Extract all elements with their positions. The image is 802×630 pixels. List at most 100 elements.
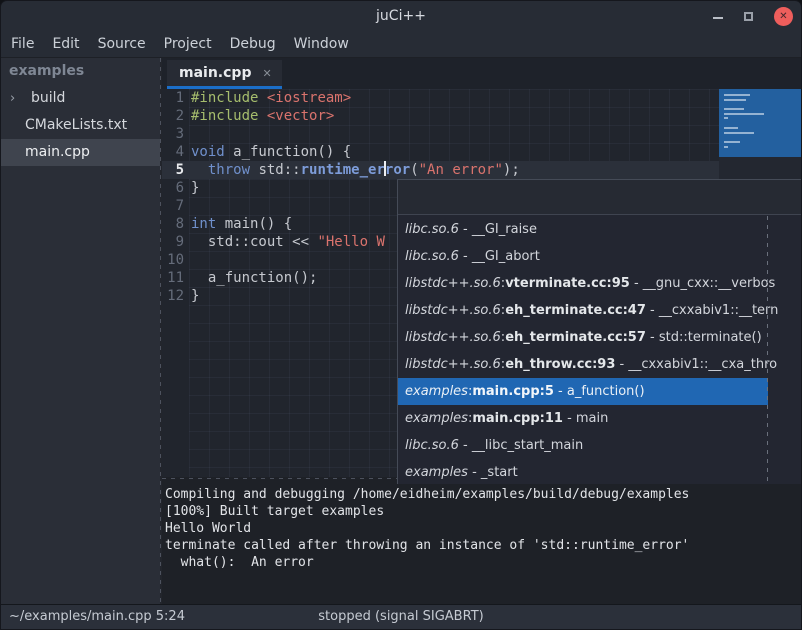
line-code: }	[184, 179, 199, 197]
code-token: "Hello W	[317, 234, 384, 250]
code-token: a_function() {	[225, 144, 351, 160]
terminal-output[interactable]: Compiling and debugging /home/eidheim/ex…	[162, 482, 801, 604]
backtrace-item-part: vterminate.cc:95	[505, 276, 630, 291]
editor-line[interactable]: 1#include <iostream>	[162, 89, 721, 107]
app-window: juCi++ ✕ FileEditSourceProjectDebugWindo…	[0, 0, 802, 630]
backtrace-item-part: eh_throw.cc:93	[505, 357, 615, 372]
editor-line[interactable]: 5 throw std::runtime_error("An error");	[162, 161, 721, 179]
minimap-code-line	[724, 127, 738, 129]
backtrace-item-part: libstdc++.so.6	[405, 330, 501, 345]
menu-project[interactable]: Project	[155, 31, 221, 57]
tree-item-main-cpp[interactable]: main.cpp	[1, 139, 160, 166]
backtrace-item[interactable]: libstdc++.so.6:eh_throw.cc:93 - __cxxabi…	[398, 351, 802, 378]
menu-window[interactable]: Window	[285, 31, 358, 57]
minimap-code-line	[724, 141, 740, 143]
line-number[interactable]: 1	[162, 89, 184, 107]
close-icon[interactable]: ✕	[774, 7, 793, 26]
minimap-code-line	[724, 108, 744, 110]
line-number[interactable]: 4	[162, 143, 184, 161]
titlebar[interactable]: juCi++ ✕	[1, 1, 801, 31]
line-number[interactable]: 10	[162, 251, 184, 269]
window-title: juCi++	[1, 1, 801, 31]
backtrace-item[interactable]: examples:main.cpp:11 - main	[398, 405, 802, 432]
backtrace-item[interactable]: libstdc++.so.6:eh_terminate.cc:57 - std:…	[398, 324, 802, 351]
code-token: a_function();	[191, 270, 317, 286]
backtrace-item[interactable]: libc.so.6 - __GI_raise	[398, 216, 802, 243]
tree-item-label: build	[31, 85, 65, 112]
tab-close-icon[interactable]: ✕	[262, 67, 271, 80]
restore-icon[interactable]	[744, 12, 753, 21]
minimize-icon[interactable]	[713, 17, 723, 19]
code-token: }	[191, 180, 199, 196]
line-code	[184, 251, 191, 269]
line-number[interactable]: 3	[162, 125, 184, 143]
editor-line[interactable]: 3	[162, 125, 721, 143]
code-token: main() {	[216, 216, 292, 232]
backtrace-item[interactable]: libc.so.6 - __libc_start_main	[398, 432, 802, 459]
backtrace-item[interactable]: examples - _start	[398, 459, 802, 484]
backtrace-item-part: main.cpp:5	[472, 384, 554, 399]
line-number[interactable]: 7	[162, 197, 184, 215]
backtrace-item[interactable]: examples:main.cpp:5 - a_function()	[398, 378, 768, 405]
tree-item-cmakelists-txt[interactable]: CMakeLists.txt	[1, 112, 160, 139]
line-number[interactable]: 2	[162, 107, 184, 125]
editor-line[interactable]: 4void a_function() {	[162, 143, 721, 161]
code-token: "An error"	[419, 162, 503, 178]
minimap-code-line	[724, 94, 750, 96]
menubar: FileEditSourceProjectDebugWindow	[1, 31, 801, 58]
line-code: a_function();	[184, 269, 317, 287]
code-token: (	[410, 162, 418, 178]
backtrace-item-part: - main	[563, 411, 608, 426]
code-token: int	[191, 216, 216, 232]
line-number[interactable]: 6	[162, 179, 184, 197]
line-number[interactable]: 12	[162, 287, 184, 305]
backtrace-item[interactable]: libc.so.6 - __GI_abort	[398, 243, 802, 270]
line-code: #include <vector>	[184, 107, 334, 125]
minimap-viewport[interactable]	[719, 89, 801, 157]
code-token: #include	[191, 108, 258, 124]
line-number[interactable]: 8	[162, 215, 184, 233]
chevron-right-icon[interactable]: ›	[10, 85, 24, 112]
file-tree: › buildCMakeLists.txtmain.cpp	[1, 85, 160, 166]
line-code	[184, 125, 191, 143]
backtrace-item-part: libc.so.6	[405, 438, 459, 453]
status-debug-state: stopped (signal SIGABRT)	[1, 605, 801, 629]
backtrace-item-part: examples	[405, 384, 468, 399]
backtrace-item-part: - __cxxabiv1::__tern	[646, 303, 779, 318]
backtrace-item-part: libc.so.6	[405, 249, 459, 264]
backtrace-item-part: libc.so.6	[405, 222, 459, 237]
minimap-code-line	[724, 146, 728, 148]
line-code: void a_function() {	[184, 143, 351, 161]
line-number[interactable]: 11	[162, 269, 184, 287]
file-tree-panel: examples ›buildCMakeLists.txtmain.cpp	[1, 58, 160, 604]
code-token: runtime_er	[301, 162, 385, 178]
menu-edit[interactable]: Edit	[43, 31, 88, 57]
backtrace-item-part: examples	[405, 411, 468, 426]
minimap-code-line	[724, 132, 754, 134]
backtrace-item-part: - _start	[468, 465, 518, 480]
editor-line[interactable]: 2#include <vector>	[162, 107, 721, 125]
minimap-code-line	[724, 117, 728, 119]
menu-file[interactable]: File	[2, 31, 43, 57]
menu-source[interactable]: Source	[89, 31, 155, 57]
tab-main-cpp[interactable]: main.cpp ✕	[167, 60, 282, 89]
line-number[interactable]: 5	[162, 161, 184, 179]
line-code: throw std::runtime_error("An error");	[184, 161, 520, 179]
line-code: int main() {	[184, 215, 292, 233]
code-token	[191, 162, 208, 178]
terminal-line: what(): An error	[165, 554, 801, 571]
backtrace-item[interactable]: libstdc++.so.6:vterminate.cc:95 - __gnu_…	[398, 270, 802, 297]
code-token: throw	[208, 162, 250, 178]
backtrace-popup: libc.so.6 - __GI_raiselibc.so.6 - __GI_a…	[397, 179, 802, 484]
line-code	[184, 197, 191, 215]
line-code: std::cout << "Hello W	[184, 233, 385, 251]
backtrace-item[interactable]: libstdc++.so.6:eh_terminate.cc:47 - __cx…	[398, 297, 802, 324]
menu-debug[interactable]: Debug	[221, 31, 285, 57]
backtrace-item-part: examples	[405, 465, 468, 480]
backtrace-item-part: libstdc++.so.6	[405, 357, 501, 372]
line-number[interactable]: 9	[162, 233, 184, 251]
tree-item-build[interactable]: › build	[1, 85, 160, 112]
backtrace-item-part: - a_function()	[554, 384, 645, 399]
code-token: <iostream>	[267, 90, 351, 106]
terminal-line: [100%] Built target examples	[165, 503, 801, 520]
